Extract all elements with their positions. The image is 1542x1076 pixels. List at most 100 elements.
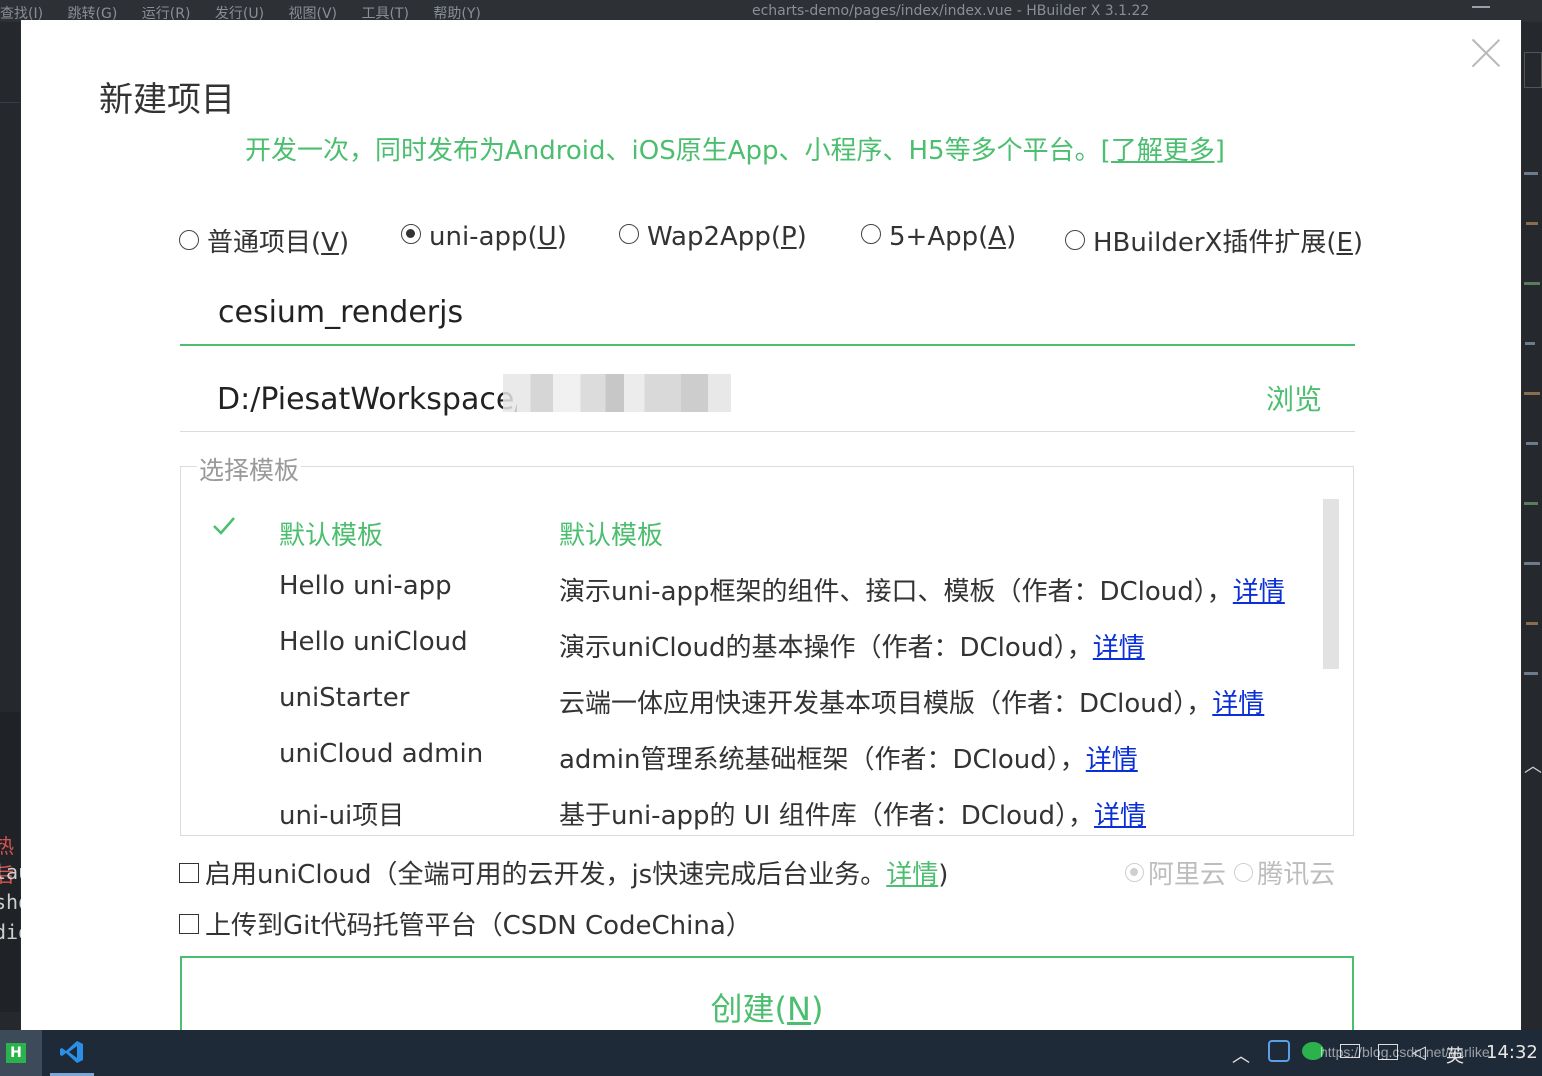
radio-accel-key: U — [537, 222, 557, 252]
template-desc: admin管理系统基础框架（作者：DCloud），详情 — [559, 739, 1138, 776]
template-desc-text: admin管理系统基础框架（作者：DCloud）， — [559, 745, 1086, 775]
minimap-line — [1526, 622, 1538, 625]
restore-icon[interactable] — [1524, 52, 1542, 88]
radio-label-suffix: ) — [796, 222, 807, 252]
template-desc-text: 演示uni-app框架的组件、接口、模板（作者：DCloud）， — [559, 577, 1233, 607]
radio-label: 普通项目( — [207, 228, 322, 258]
radio-aliyun[interactable]: 阿里云 — [1125, 860, 1226, 890]
template-desc-text: 云端一体应用快速开发基本项目模版（作者：DCloud）， — [559, 689, 1213, 719]
minimap-line — [1524, 392, 1540, 395]
template-row[interactable]: Hello uni-app 演示uni-app框架的组件、接口、模板（作者：DC… — [181, 567, 1321, 615]
radio-accel-key: E — [1336, 228, 1353, 258]
unicloud-checkbox[interactable]: 启用uniCloud（全端可用的云开发，js快速完成后台业务。详情) — [179, 854, 948, 891]
console-panel: 热后 lau sho dio — [0, 712, 30, 1012]
template-desc-text: 演示uniCloud的基本操作（作者：DCloud）， — [559, 633, 1093, 663]
new-project-dialog: 新建项目 开发一次，同时发布为Android、iOS原生App、小程序、H5等多… — [21, 20, 1521, 1046]
radio-wap2app[interactable]: Wap2App(P) — [619, 222, 807, 252]
radio-circle-selected — [1125, 863, 1144, 882]
template-row[interactable]: 默认模板 默认模板 — [181, 511, 1321, 559]
radio-label: 5+App( — [889, 222, 989, 252]
radio-label: uni-app( — [429, 222, 538, 252]
chevron-up-icon[interactable]: ︿ — [1232, 1042, 1250, 1068]
create-label-suffix: ) — [810, 990, 824, 1028]
radio-uni-app[interactable]: uni-app(U) — [401, 222, 567, 252]
minimap-line — [1526, 442, 1538, 445]
taskbar-hbuilderx[interactable]: H — [0, 1030, 42, 1076]
panel-divider — [0, 102, 20, 122]
radio-normal-project[interactable]: 普通项目(V) — [179, 222, 349, 259]
provider-label: 阿里云 — [1148, 860, 1227, 890]
window-title: echarts-demo/pages/index/index.vue - HBu… — [752, 3, 1150, 19]
project-path-field: 浏览 — [180, 366, 1355, 432]
radio-accel-key: A — [988, 222, 1007, 252]
minimap-line — [1524, 562, 1540, 565]
subtitle-text: 开发一次，同时发布为Android、iOS原生App、小程序、H5等多个平台。 — [245, 136, 1101, 166]
browse-button[interactable]: 浏览 — [1266, 378, 1322, 418]
project-type-group: 普通项目(V) uni-app(U) Wap2App(P) 5+App(A) H… — [179, 222, 1363, 262]
taskbar-vscode[interactable] — [50, 1030, 94, 1076]
minimap-line — [1524, 502, 1538, 505]
redacted-path-region — [503, 374, 731, 412]
watermark: https://blog.csdn.net/varlike — [1320, 1044, 1490, 1060]
provider-label: 腾讯云 — [1257, 860, 1336, 890]
hbuilderx-icon: H — [6, 1043, 26, 1063]
template-name: Hello uniCloud — [279, 627, 468, 657]
editor-minimap: ︿ — [1522, 22, 1542, 1030]
editor-menubar: 查找(I) 跳转(G) 运行(R) 发行(U) 视图(V) 工具(T) 帮助(Y… — [0, 0, 1542, 22]
radio-label-suffix: ) — [338, 228, 350, 258]
template-desc: 演示uni-app框架的组件、接口、模板（作者：DCloud），详情 — [559, 571, 1285, 608]
create-label: 创建( — [710, 990, 788, 1028]
project-name-input[interactable] — [218, 288, 1318, 336]
template-details-link[interactable]: 详情 — [1233, 577, 1285, 607]
minimap-line — [1524, 672, 1538, 675]
template-desc: 云端一体应用快速开发基本项目模版（作者：DCloud），详情 — [559, 683, 1264, 720]
radio-accel-key: V — [321, 228, 339, 258]
radio-accel-key: P — [780, 222, 797, 252]
unicloud-label-suffix: ) — [938, 860, 949, 890]
radio-circle — [1234, 863, 1254, 882]
template-details-link[interactable]: 详情 — [1094, 801, 1146, 831]
cloud-sync-icon[interactable] — [1268, 1040, 1290, 1062]
unicloud-details-link[interactable]: 详情 — [886, 860, 938, 890]
radio-circle — [861, 224, 881, 244]
project-path-input[interactable] — [217, 374, 517, 424]
chevron-up-icon[interactable]: ︿ — [1524, 752, 1542, 778]
git-upload-label: 上传到Git代码托管平台（CSDN CodeChina） — [205, 911, 752, 941]
radio-5plus-app[interactable]: 5+App(A) — [861, 222, 1016, 252]
template-row[interactable]: uniStarter 云端一体应用快速开发基本项目模版（作者：DCloud），详… — [181, 679, 1321, 727]
template-desc-text: 基于uni-app的 UI 组件库（作者：DCloud）， — [559, 801, 1095, 831]
project-name-field — [180, 282, 1355, 346]
template-row[interactable]: uniCloud admin admin管理系统基础框架（作者：DCloud），… — [181, 735, 1321, 783]
minimap-line — [1526, 222, 1538, 225]
template-desc: 演示uniCloud的基本操作（作者：DCloud），详情 — [559, 627, 1145, 664]
git-upload-checkbox[interactable]: 上传到Git代码托管平台（CSDN CodeChina） — [179, 905, 752, 942]
close-icon[interactable] — [1471, 38, 1501, 68]
template-name: Hello uni-app — [279, 571, 452, 601]
minimap-line — [1524, 282, 1540, 285]
dialog-subtitle: 开发一次，同时发布为Android、iOS原生App、小程序、H5等多个平台。[… — [245, 130, 1225, 167]
radio-circle — [619, 224, 639, 244]
radio-circle — [179, 230, 199, 250]
radio-label: Wap2App( — [647, 222, 781, 252]
radio-label-suffix: ) — [1006, 222, 1017, 252]
minimap-line — [1524, 172, 1538, 175]
radio-label-suffix: ) — [1352, 228, 1364, 258]
template-scrollbar[interactable] — [1323, 499, 1339, 669]
learn-more-link[interactable]: [了解更多] — [1101, 136, 1225, 166]
template-list: 选择模板 默认模板 默认模板 Hello uni-app 演示uni-app框架… — [180, 451, 1354, 839]
template-name: uniStarter — [279, 683, 410, 713]
clock[interactable]: 14:32 — [1486, 1042, 1538, 1063]
template-details-link[interactable]: 详情 — [1086, 745, 1138, 775]
minimap-line — [1525, 342, 1535, 345]
template-row[interactable]: uni-ui项目 基于uni-app的 UI 组件库（作者：DCloud），详情 — [181, 791, 1321, 839]
unicloud-label: 启用uniCloud（全端可用的云开发，js快速完成后台业务。 — [205, 860, 887, 890]
radio-hbuilderx-plugin[interactable]: HBuilderX插件扩展(E) — [1065, 222, 1363, 259]
template-name: uniCloud admin — [279, 739, 484, 769]
template-details-link[interactable]: 详情 — [1093, 633, 1145, 663]
minimize-icon[interactable] — [1472, 6, 1490, 8]
template-row[interactable]: Hello uniCloud 演示uniCloud的基本操作（作者：DCloud… — [181, 623, 1321, 671]
radio-tencent[interactable]: 腾讯云 — [1234, 860, 1335, 890]
template-details-link[interactable]: 详情 — [1212, 689, 1264, 719]
vscode-icon — [60, 1041, 83, 1063]
template-name: 默认模板 — [279, 521, 384, 551]
